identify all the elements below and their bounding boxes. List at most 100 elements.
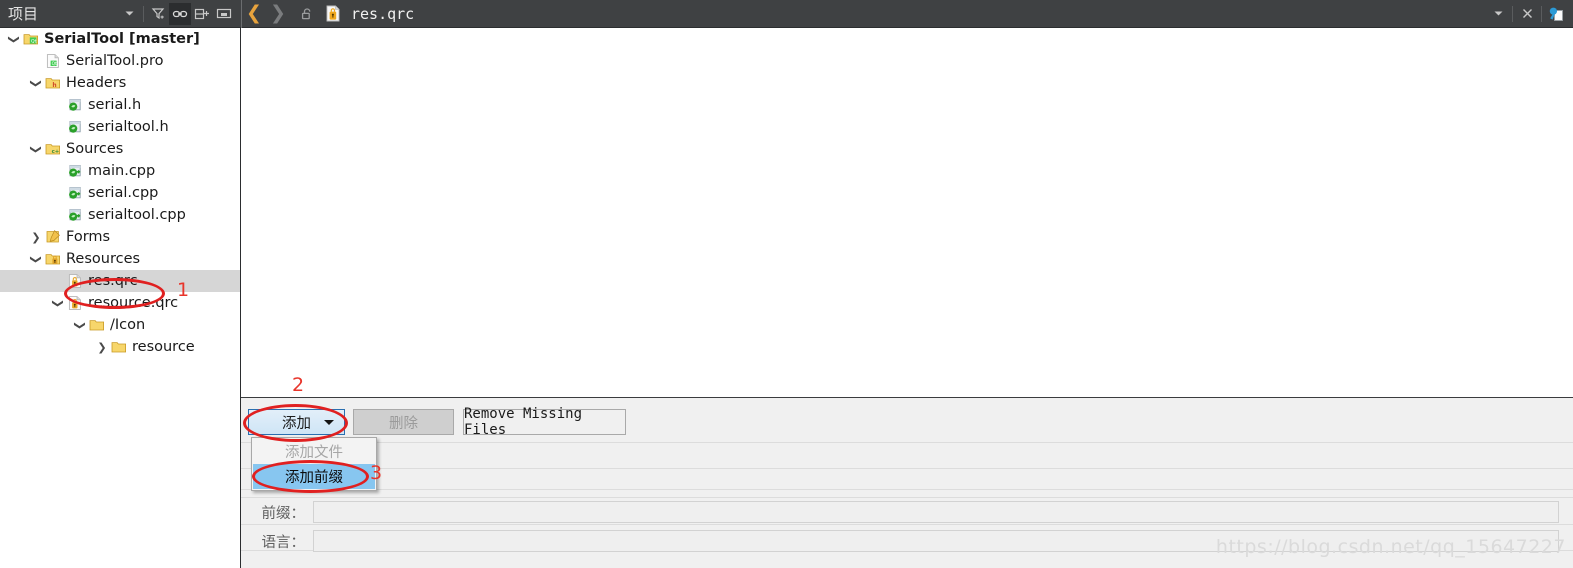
tab-toolbar-right-group [1487, 3, 1573, 25]
tree-item[interactable]: ❯ serial.cpp [0, 182, 240, 204]
chevron-down-icon[interactable]: ❯ [30, 75, 43, 91]
tree-item[interactable]: ❯ Qt SerialTool.pro [0, 50, 240, 72]
header-file-icon [66, 97, 84, 113]
chevron-down-icon [324, 420, 334, 425]
folder-icon [88, 317, 106, 333]
annotation-number-3: 3 [370, 462, 383, 484]
svg-text:Qt: Qt [31, 39, 37, 45]
tree-item[interactable]: ❯ serial.h [0, 94, 240, 116]
tree-indent-spacer: ❯ [50, 166, 66, 177]
add-dropdown-menu: 添加文件 添加前缀 [251, 437, 377, 491]
project-combo-label[interactable]: 项目 [0, 3, 38, 24]
tree-item-label: SerialTool [master] [44, 31, 200, 47]
watermark: https://blog.csdn.net/qq_15647227 [1215, 536, 1566, 558]
tree-item[interactable]: ❯ resource [0, 336, 240, 358]
qrc-file-icon [66, 273, 84, 289]
project-tree: ❯QtSerialTool [master]❯QtSerialTool.pro❯… [0, 28, 240, 358]
svg-text:c+: c+ [52, 149, 60, 155]
add-button-label: 添加 [282, 415, 311, 432]
tree-item-label: SerialTool.pro [66, 53, 164, 69]
header-file-icon [66, 119, 84, 135]
minimize-icon[interactable] [213, 3, 235, 25]
tree-item[interactable]: ❯ resource.qrc [0, 292, 240, 314]
qrc-file-icon [322, 3, 344, 25]
editor-blank-area [241, 28, 1573, 397]
tree-item[interactable]: ❯ c+ Sources [0, 138, 240, 160]
remove-button-label: 删除 [389, 415, 418, 432]
link-sync-icon[interactable] [169, 2, 191, 25]
active-tab-title[interactable]: res.qrc [351, 5, 414, 23]
tree-item-label: /Icon [110, 317, 146, 333]
tree-item-label: resource.qrc [88, 295, 179, 311]
chevron-down-icon[interactable]: ❯ [52, 295, 65, 311]
svg-text:Qt: Qt [52, 61, 57, 67]
forward-chevron-icon[interactable]: ❯ [266, 4, 290, 23]
tree-item-label: serial.cpp [88, 185, 159, 201]
resources-folder-icon [44, 251, 62, 267]
tree-item[interactable]: ❯ h Headers [0, 72, 240, 94]
add-button[interactable]: 添加 [248, 409, 345, 435]
tree-item[interactable]: ❯ serialtool.h [0, 116, 240, 138]
prefix-field-row: 前缀： [241, 499, 1573, 525]
tree-item[interactable]: ❯ res.qrc [0, 270, 240, 292]
tree-item[interactable]: ❯ Forms [0, 226, 240, 248]
cpp-file-icon [66, 163, 84, 179]
tree-item-label: Resources [66, 251, 141, 267]
sources-folder-icon: c+ [44, 141, 62, 157]
top-toolbar: 项目 ❮ ❯ res.qrc [0, 0, 1573, 28]
pane-separator [241, 489, 1573, 490]
tree-item-label: serialtool.h [88, 119, 169, 135]
application-window: 项目 ❮ ❯ res.qrc ❯ Qt SerialTool [master] … [0, 0, 1573, 568]
project-tree-panel[interactable]: ❯QtSerialTool [master]❯QtSerialTool.pro❯… [0, 28, 240, 568]
tree-item-label: Forms [66, 229, 111, 245]
back-chevron-icon[interactable]: ❮ [242, 4, 266, 23]
split-add-icon[interactable] [191, 3, 213, 25]
tree-item-label: res.qrc [88, 273, 138, 289]
toolbar-divider [1512, 5, 1513, 22]
language-label: 语言： [261, 534, 306, 551]
chevron-down-icon[interactable]: ❯ [30, 141, 43, 157]
editor-tab-toolbar: ❮ ❯ res.qrc [242, 0, 1573, 27]
pane-separator [241, 468, 1573, 469]
filter-icon[interactable] [147, 3, 169, 25]
close-x-icon[interactable] [1516, 3, 1538, 25]
unlock-icon[interactable] [296, 3, 318, 25]
tree-item[interactable]: ❯ Resources [0, 248, 240, 270]
chevron-down-icon[interactable] [118, 3, 140, 25]
headers-folder-icon: h [44, 75, 62, 91]
tree-item[interactable]: ❯ Qt SerialTool [master] [0, 28, 240, 50]
tree-indent-spacer: ❯ [28, 56, 44, 67]
chevron-down-icon[interactable]: ❯ [30, 251, 43, 267]
tree-item-label: serial.h [88, 97, 142, 113]
cpp-file-icon [66, 185, 84, 201]
tree-item-label: serialtool.cpp [88, 207, 186, 223]
tree-item[interactable]: ❯ main.cpp [0, 160, 240, 182]
tree-item[interactable]: ❯ serialtool.cpp [0, 204, 240, 226]
remove-button[interactable]: 删除 [353, 409, 454, 435]
tree-item[interactable]: ❯ /Icon [0, 314, 240, 336]
menu-item-add-prefix-label: 添加前缀 [285, 470, 343, 486]
menu-item-add-prefix[interactable]: 添加前缀 [253, 464, 375, 489]
menu-item-add-file-label: 添加文件 [285, 445, 343, 461]
resource-button-row: 添加 删除 Remove Missing Files [248, 406, 626, 438]
toolbar-divider [1541, 5, 1542, 22]
qt-folder-icon: Qt [22, 31, 40, 47]
remove-missing-files-button[interactable]: Remove Missing Files [463, 406, 626, 438]
annotation-number-1: 1 [177, 279, 190, 301]
tree-item-label: Headers [66, 75, 127, 91]
project-selector-toolbar: 项目 [0, 0, 241, 27]
menu-item-add-file[interactable]: 添加文件 [253, 439, 375, 464]
chevron-down-icon[interactable]: ❯ [8, 31, 21, 47]
toolbar-divider [143, 5, 144, 22]
qrc-file-icon [66, 295, 84, 311]
chevron-right-icon[interactable]: ❯ [94, 342, 110, 353]
prefix-input[interactable] [313, 501, 1559, 523]
chevron-right-icon[interactable]: ❯ [28, 232, 44, 243]
split-view-icon[interactable] [1545, 3, 1567, 25]
tree-item-label: resource [132, 339, 195, 355]
chevron-down-icon[interactable]: ❯ [74, 317, 87, 333]
tree-indent-spacer: ❯ [50, 100, 66, 111]
chevron-down-icon[interactable] [1487, 3, 1509, 25]
remove-missing-files-label: Remove Missing Files [464, 406, 583, 438]
tree-indent-spacer: ❯ [50, 210, 66, 221]
